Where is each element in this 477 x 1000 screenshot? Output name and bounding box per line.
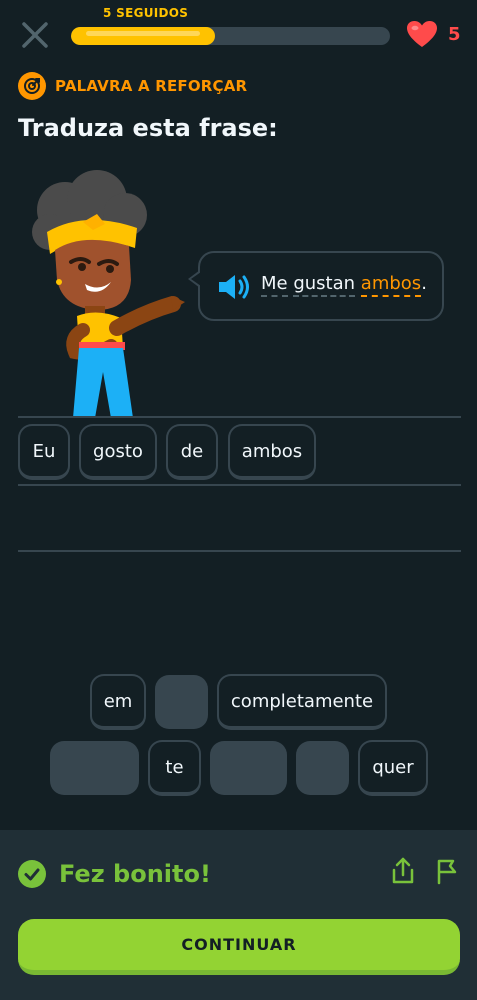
- answer-line: [18, 484, 461, 486]
- share-button[interactable]: [390, 856, 416, 886]
- prompt-sentence: Me gustan ambos.: [261, 273, 427, 297]
- close-button[interactable]: [18, 18, 52, 52]
- word-bank-chip[interactable]: em: [90, 674, 146, 730]
- result-message: Fez bonito!: [18, 860, 211, 888]
- word-bank-empty-slot: [296, 741, 349, 795]
- character-illustration: [25, 170, 195, 418]
- top-bar: 5 SEGUIDOS 5: [0, 0, 477, 70]
- heart-icon: [407, 21, 437, 47]
- word-bank-empty-slot: [50, 741, 139, 795]
- prompt-punctuation: .: [421, 273, 427, 294]
- speech-bubble: Me gustan ambos.: [188, 251, 444, 321]
- reinforce-tag: PALAVRA A REFORÇAR: [18, 72, 247, 100]
- continue-button[interactable]: CONTINUAR: [18, 919, 460, 975]
- hearts-count: 5: [448, 23, 461, 45]
- target-icon: [18, 72, 46, 100]
- lesson-progress-bar: [71, 27, 390, 45]
- check-icon: [18, 860, 46, 888]
- prompt-word-highlighted[interactable]: ambos: [360, 273, 422, 297]
- report-button[interactable]: [434, 856, 460, 886]
- word-bank-chip[interactable]: completamente: [217, 674, 387, 730]
- answer-word-chip[interactable]: de: [166, 424, 218, 480]
- progress-shine: [86, 31, 200, 36]
- answer-word-chip[interactable]: gosto: [79, 424, 157, 480]
- streak-label: 5 SEGUIDOS: [103, 6, 189, 20]
- word-bank-chip[interactable]: te: [148, 740, 201, 796]
- share-icon: [392, 857, 414, 884]
- close-icon: [22, 22, 48, 48]
- speaker-button[interactable]: [216, 272, 252, 306]
- answer-word-chip[interactable]: Eu: [18, 424, 70, 480]
- instruction-heading: Traduza esta frase:: [18, 114, 278, 142]
- feedback-footer: Fez bonito! CONTINUAR: [0, 830, 477, 1000]
- hearts-counter[interactable]: 5: [406, 20, 461, 48]
- prompt-word[interactable]: gustan: [293, 273, 356, 297]
- word-bank-chip[interactable]: quer: [358, 740, 428, 796]
- answer-line: [18, 550, 461, 552]
- answer-line: [18, 416, 461, 418]
- prompt-word[interactable]: Me: [261, 273, 288, 297]
- flag-icon: [437, 859, 457, 885]
- answer-word-chip[interactable]: ambos: [228, 424, 316, 480]
- word-bank-empty-slot: [155, 675, 208, 729]
- progress-fill: [71, 27, 215, 45]
- result-text: Fez bonito!: [59, 860, 211, 888]
- word-bank-empty-slot: [210, 741, 287, 795]
- bubble-tail-inner: [191, 272, 201, 286]
- reinforce-label: PALAVRA A REFORÇAR: [55, 77, 248, 95]
- speaker-icon: [219, 275, 249, 299]
